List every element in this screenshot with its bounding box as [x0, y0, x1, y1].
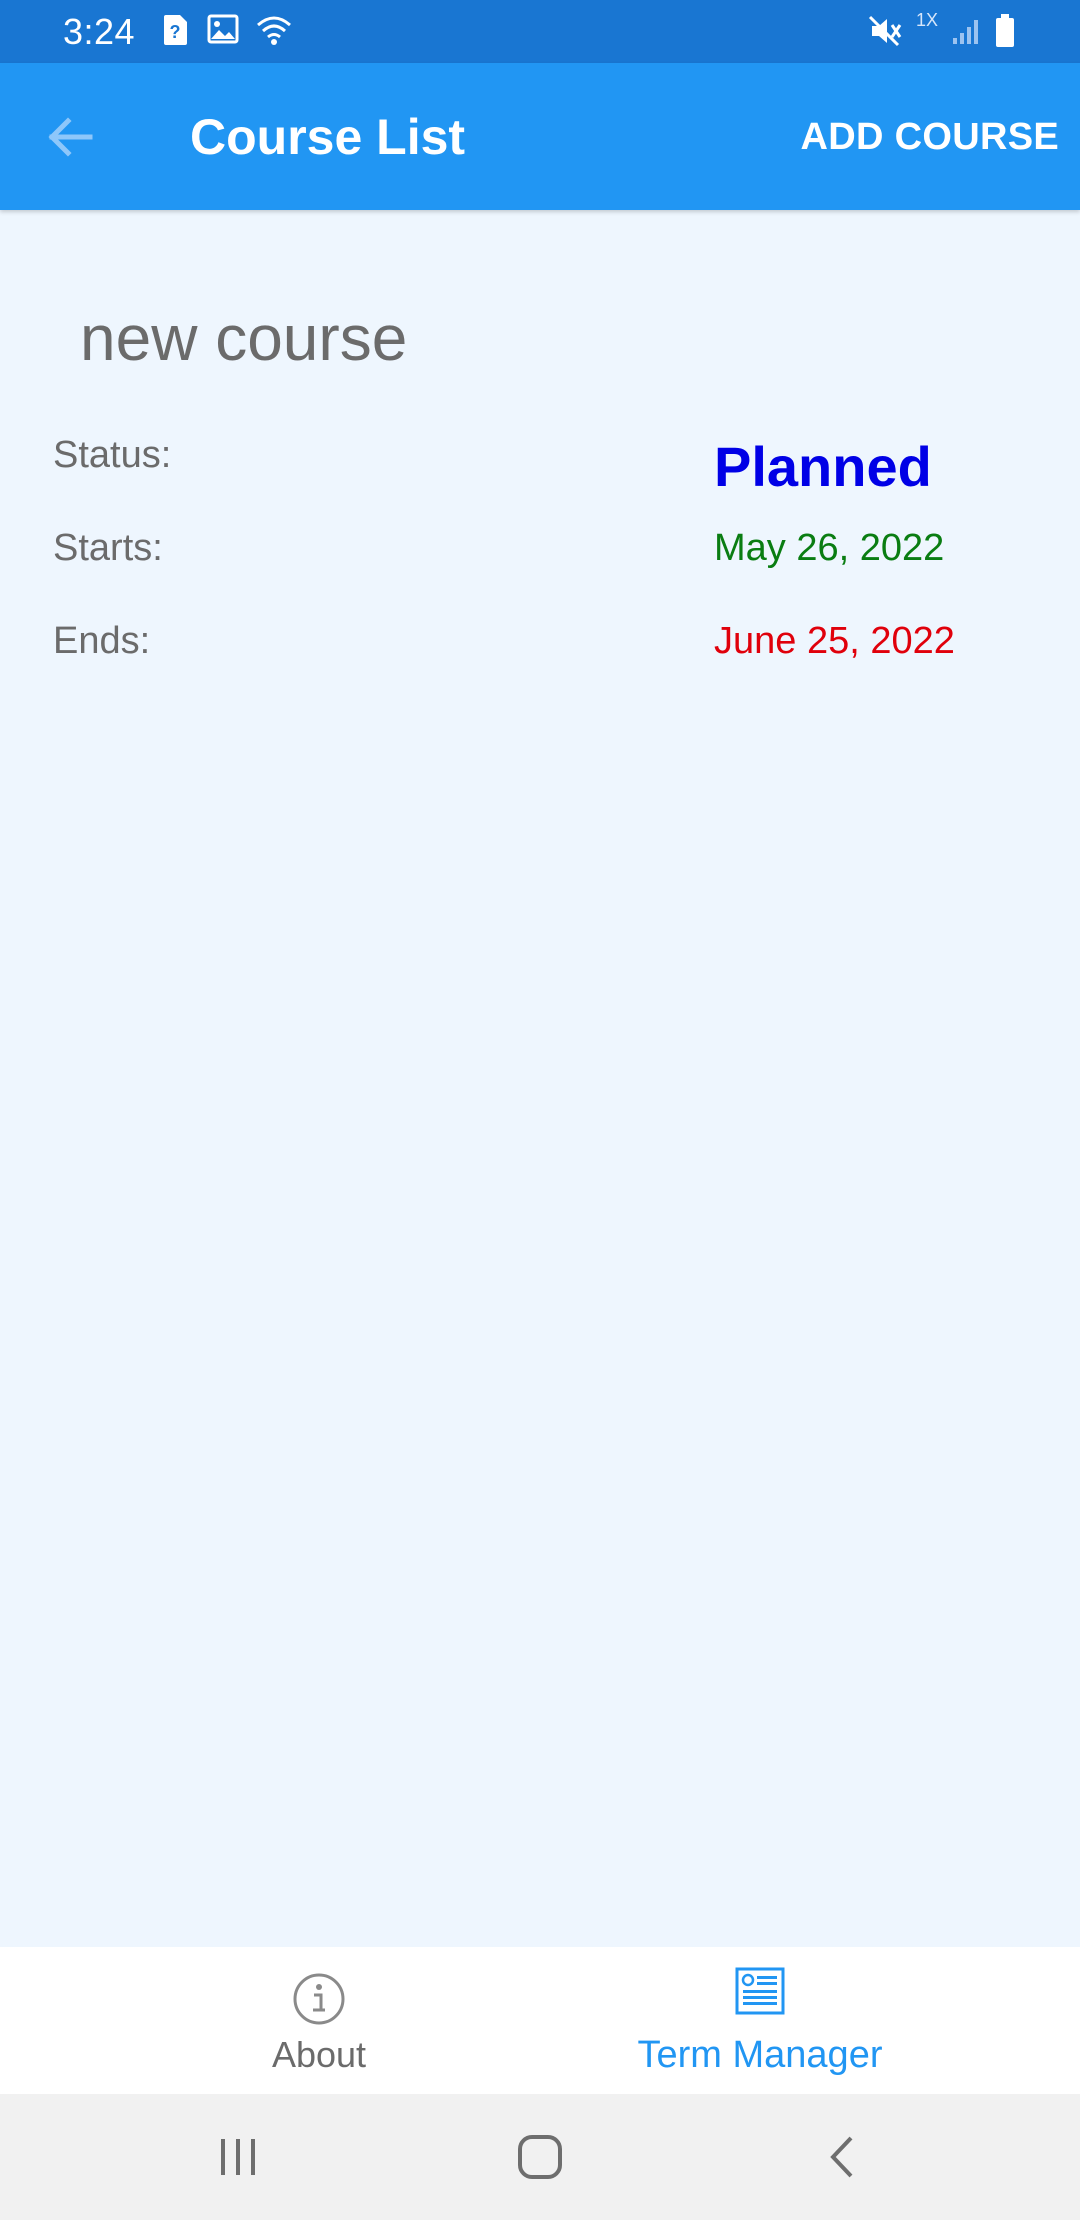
svg-text:?: ? [170, 22, 181, 42]
page-title: Course List [190, 109, 466, 165]
back-arrow-icon [48, 117, 93, 157]
term-manager-icon [735, 1967, 785, 2020]
back-button[interactable] [30, 99, 110, 175]
status-time: 3:24 [63, 11, 136, 52]
screen: 3:24 ? 1X Course List ADD COURSE new cou… [0, 0, 1080, 2220]
course-list: new course Status: Planned Starts: May 2… [0, 210, 1080, 1947]
chevron-left-icon [830, 2136, 853, 2178]
add-course-button[interactable]: ADD COURSE [801, 113, 1059, 161]
wifi-icon [255, 14, 293, 51]
bottom-tab-bar: About Term Manager [0, 1947, 1080, 2094]
tab-term-manager[interactable]: Term Manager [490, 1947, 1030, 2094]
home-button[interactable] [480, 2114, 600, 2200]
system-back-button[interactable] [782, 2114, 902, 2200]
mute-icon [868, 14, 904, 53]
sim-help-icon: ? [162, 14, 188, 51]
status-value: Planned [714, 435, 932, 498]
course-name: new course [80, 302, 408, 374]
info-icon [292, 1972, 346, 2031]
ends-label: Ends: [53, 620, 151, 662]
status-label: Status: [53, 434, 172, 476]
system-nav-bar [0, 2094, 1080, 2220]
battery-icon [994, 13, 1016, 54]
start-date: May 26, 2022 [714, 527, 945, 569]
home-icon [518, 2135, 562, 2179]
image-icon [207, 14, 239, 49]
recent-apps-button[interactable] [178, 2114, 298, 2200]
end-date: June 25, 2022 [714, 620, 955, 662]
signal-icon [951, 16, 983, 51]
course-list-item[interactable]: new course Status: Planned Starts: May 2… [0, 210, 1080, 690]
status-bar: 3:24 ? 1X [0, 0, 1080, 63]
recent-apps-icon [221, 2139, 255, 2175]
tab-term-manager-label: Term Manager [637, 2034, 883, 2076]
starts-label: Starts: [53, 527, 163, 569]
app-bar: Course List ADD COURSE [0, 63, 1080, 210]
network-type-label: 1X [916, 10, 939, 30]
